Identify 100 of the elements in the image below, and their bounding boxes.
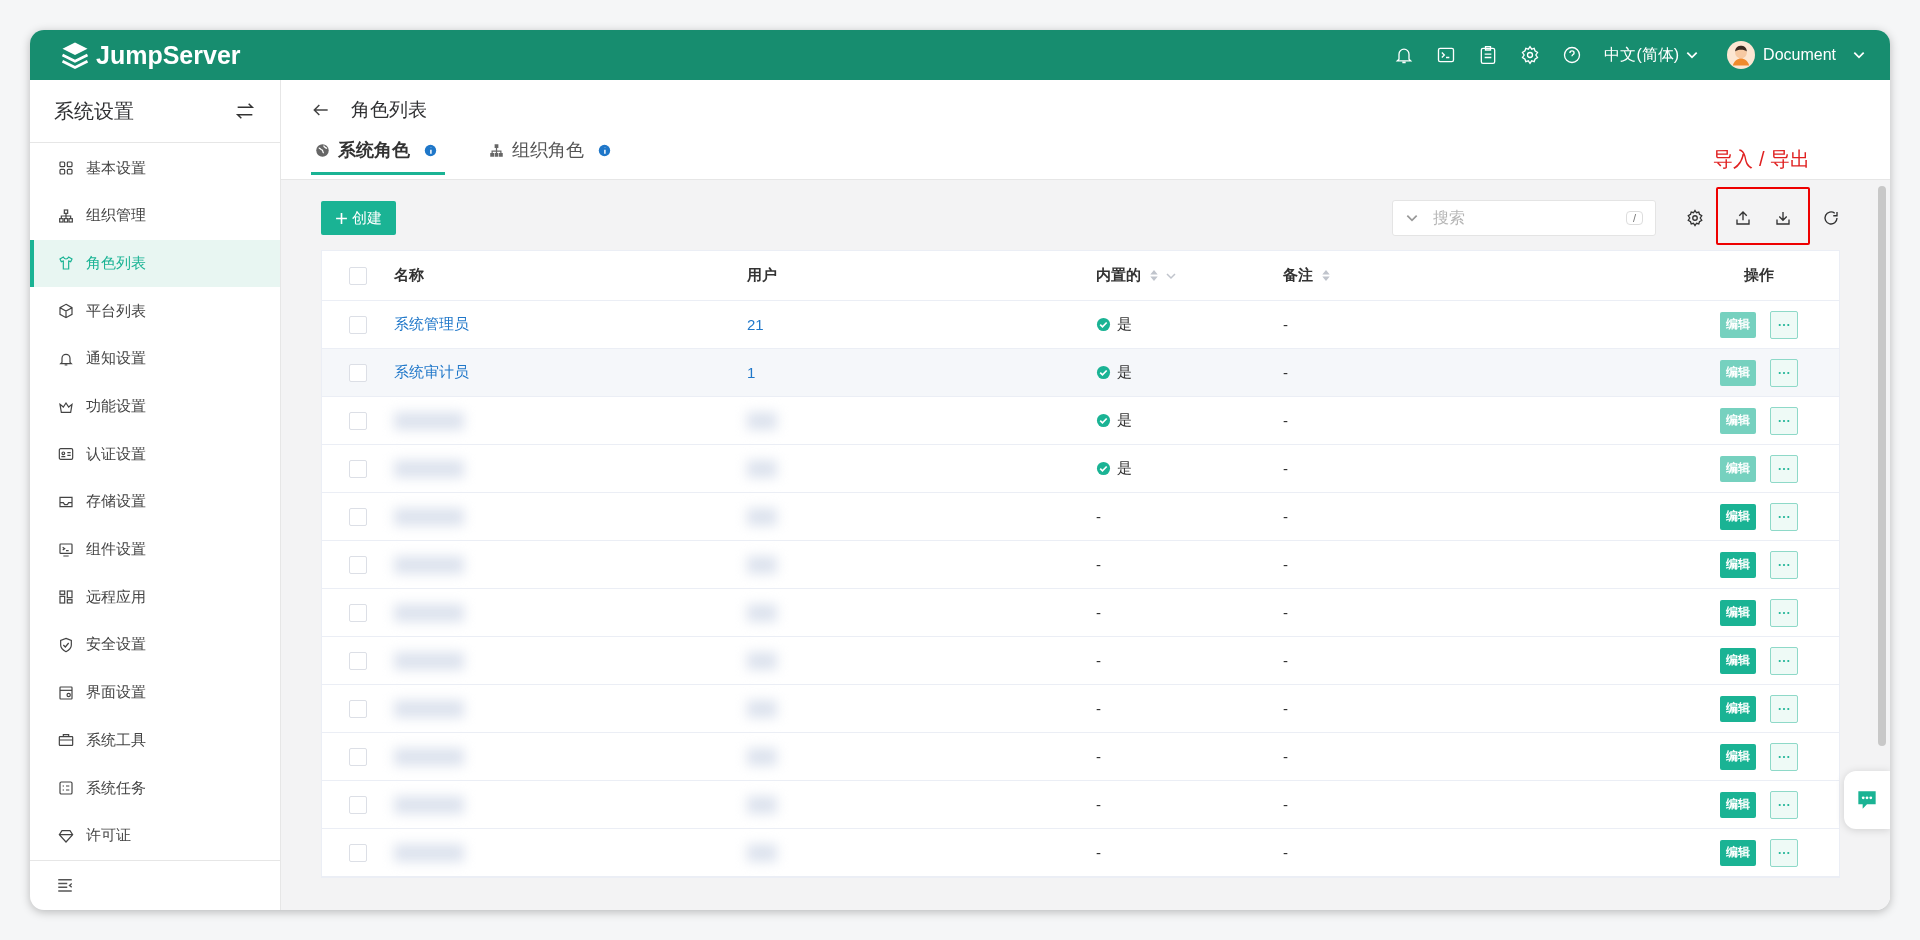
- table-cell: -: [1096, 700, 1101, 717]
- sidebar-item[interactable]: 平台列表: [30, 287, 280, 335]
- sort-icon[interactable]: [1149, 269, 1159, 282]
- checkbox[interactable]: [349, 651, 367, 670]
- table-row[interactable]: - - 编辑: [322, 541, 1839, 589]
- checkbox[interactable]: [349, 459, 367, 478]
- checkbox[interactable]: [349, 411, 367, 430]
- role-link[interactable]: 系统管理员: [394, 315, 469, 334]
- globe-icon: [315, 142, 330, 158]
- column-header: 内置的: [1096, 266, 1141, 285]
- sidebar-item[interactable]: 通知设置: [30, 335, 280, 383]
- download-icon[interactable]: [1774, 209, 1792, 227]
- blurred-text: [747, 843, 777, 862]
- role-link[interactable]: 系统审计员: [394, 363, 469, 382]
- more-button[interactable]: [1770, 454, 1798, 483]
- annotation-label: 导入 / 导出: [1713, 147, 1810, 172]
- table-cell: -: [1283, 316, 1288, 333]
- sidebar-item[interactable]: 系统工具: [30, 716, 280, 765]
- more-icon: [1778, 514, 1790, 519]
- more-button[interactable]: [1770, 838, 1798, 867]
- column-header: 名称: [394, 266, 424, 285]
- more-button[interactable]: [1770, 502, 1798, 531]
- more-button[interactable]: [1770, 358, 1798, 387]
- sidebar-item[interactable]: 功能设置: [30, 382, 280, 431]
- shield-icon: [58, 637, 74, 653]
- checkbox[interactable]: [349, 843, 367, 862]
- help-icon[interactable]: [1562, 45, 1583, 65]
- terminal-icon: [58, 541, 74, 558]
- terminal-icon[interactable]: [1436, 45, 1457, 65]
- more-button[interactable]: [1770, 310, 1798, 339]
- page-title: 角色列表: [351, 98, 427, 122]
- more-icon: [1778, 706, 1790, 711]
- checkbox[interactable]: [349, 266, 367, 285]
- checkbox[interactable]: [349, 603, 367, 622]
- table-row[interactable]: - - 编辑: [322, 493, 1839, 541]
- table-cell: 是: [1117, 459, 1132, 478]
- checkbox[interactable]: [349, 507, 367, 526]
- scrollbar[interactable]: [1878, 186, 1886, 746]
- search-input[interactable]: 搜索: [1431, 208, 1626, 228]
- sidebar-item[interactable]: 存储设置: [30, 478, 280, 526]
- more-icon: [1778, 802, 1790, 807]
- more-button[interactable]: [1770, 646, 1798, 675]
- table-cell: 是: [1117, 363, 1132, 382]
- blurred-text: [747, 651, 777, 670]
- shirt-icon: [58, 255, 74, 272]
- checkbox[interactable]: [349, 315, 367, 334]
- blurred-text: [747, 603, 777, 622]
- settings-icon[interactable]: [1686, 209, 1704, 227]
- table-cell: -: [1283, 844, 1288, 861]
- more-button[interactable]: [1770, 790, 1798, 819]
- more-button[interactable]: [1770, 550, 1798, 579]
- checkbox[interactable]: [349, 747, 367, 766]
- sidebar-item[interactable]: 远程应用: [30, 573, 280, 622]
- table-row[interactable]: 是 - 编辑: [322, 445, 1839, 493]
- user-menu[interactable]: Document: [1727, 41, 1866, 69]
- column-header: 备注: [1283, 266, 1313, 285]
- sidebar-item[interactable]: 界面设置: [30, 668, 280, 717]
- chat-button[interactable]: [1844, 771, 1890, 829]
- table-cell: 是: [1117, 411, 1132, 430]
- checkbox[interactable]: [349, 555, 367, 574]
- info-icon[interactable]: [424, 143, 437, 157]
- info-icon[interactable]: [598, 143, 611, 157]
- sidebar-item[interactable]: 认证设置: [30, 430, 280, 479]
- more-button[interactable]: [1770, 598, 1798, 627]
- checkbox[interactable]: [349, 699, 367, 718]
- more-icon: [1778, 322, 1790, 327]
- more-button[interactable]: [1770, 406, 1798, 435]
- user-count-link[interactable]: 21: [747, 316, 764, 333]
- table-row[interactable]: - - 编辑: [322, 685, 1839, 733]
- refresh-icon[interactable]: [1822, 209, 1840, 227]
- more-button[interactable]: [1770, 742, 1798, 771]
- table-row[interactable]: - - 编辑: [322, 829, 1839, 877]
- sidebar-item[interactable]: 系统任务: [30, 764, 280, 812]
- checkbox[interactable]: [349, 363, 367, 382]
- checkbox[interactable]: [349, 795, 367, 814]
- collapse-icon[interactable]: [56, 876, 74, 895]
- tab[interactable]: 系统角色: [311, 138, 445, 175]
- table-cell: -: [1096, 556, 1101, 573]
- table-row[interactable]: - - 编辑: [322, 781, 1839, 829]
- table-row[interactable]: 系统审计员 1 是 - 编辑: [322, 349, 1839, 397]
- blurred-text: [747, 411, 777, 430]
- table-row[interactable]: 是 - 编辑: [322, 397, 1839, 445]
- user-count-link[interactable]: 1: [747, 364, 756, 381]
- sidebar-item[interactable]: 安全设置: [30, 621, 280, 669]
- avatar-icon: [1727, 41, 1756, 69]
- id-card-icon: [58, 446, 74, 463]
- upload-icon[interactable]: [1734, 209, 1752, 227]
- table-row[interactable]: - - 编辑: [322, 637, 1839, 685]
- column-header: 操作: [1744, 266, 1774, 285]
- tab[interactable]: 组织角色: [485, 138, 619, 175]
- sort-icon[interactable]: [1321, 269, 1331, 282]
- table-row[interactable]: - - 编辑: [322, 733, 1839, 781]
- table-row[interactable]: - - 编辑: [322, 589, 1839, 637]
- more-button[interactable]: [1770, 694, 1798, 723]
- language-dropdown[interactable]: 中文(简体): [1604, 44, 1700, 66]
- sidebar-item[interactable]: 组件设置: [30, 525, 280, 574]
- search-box[interactable]: 搜索 /: [1392, 200, 1656, 236]
- sidebar-item[interactable]: 基本设置: [30, 144, 280, 192]
- sidebar-item[interactable]: 许可证: [30, 811, 280, 860]
- sidebar-item[interactable]: 组织管理: [30, 191, 280, 240]
